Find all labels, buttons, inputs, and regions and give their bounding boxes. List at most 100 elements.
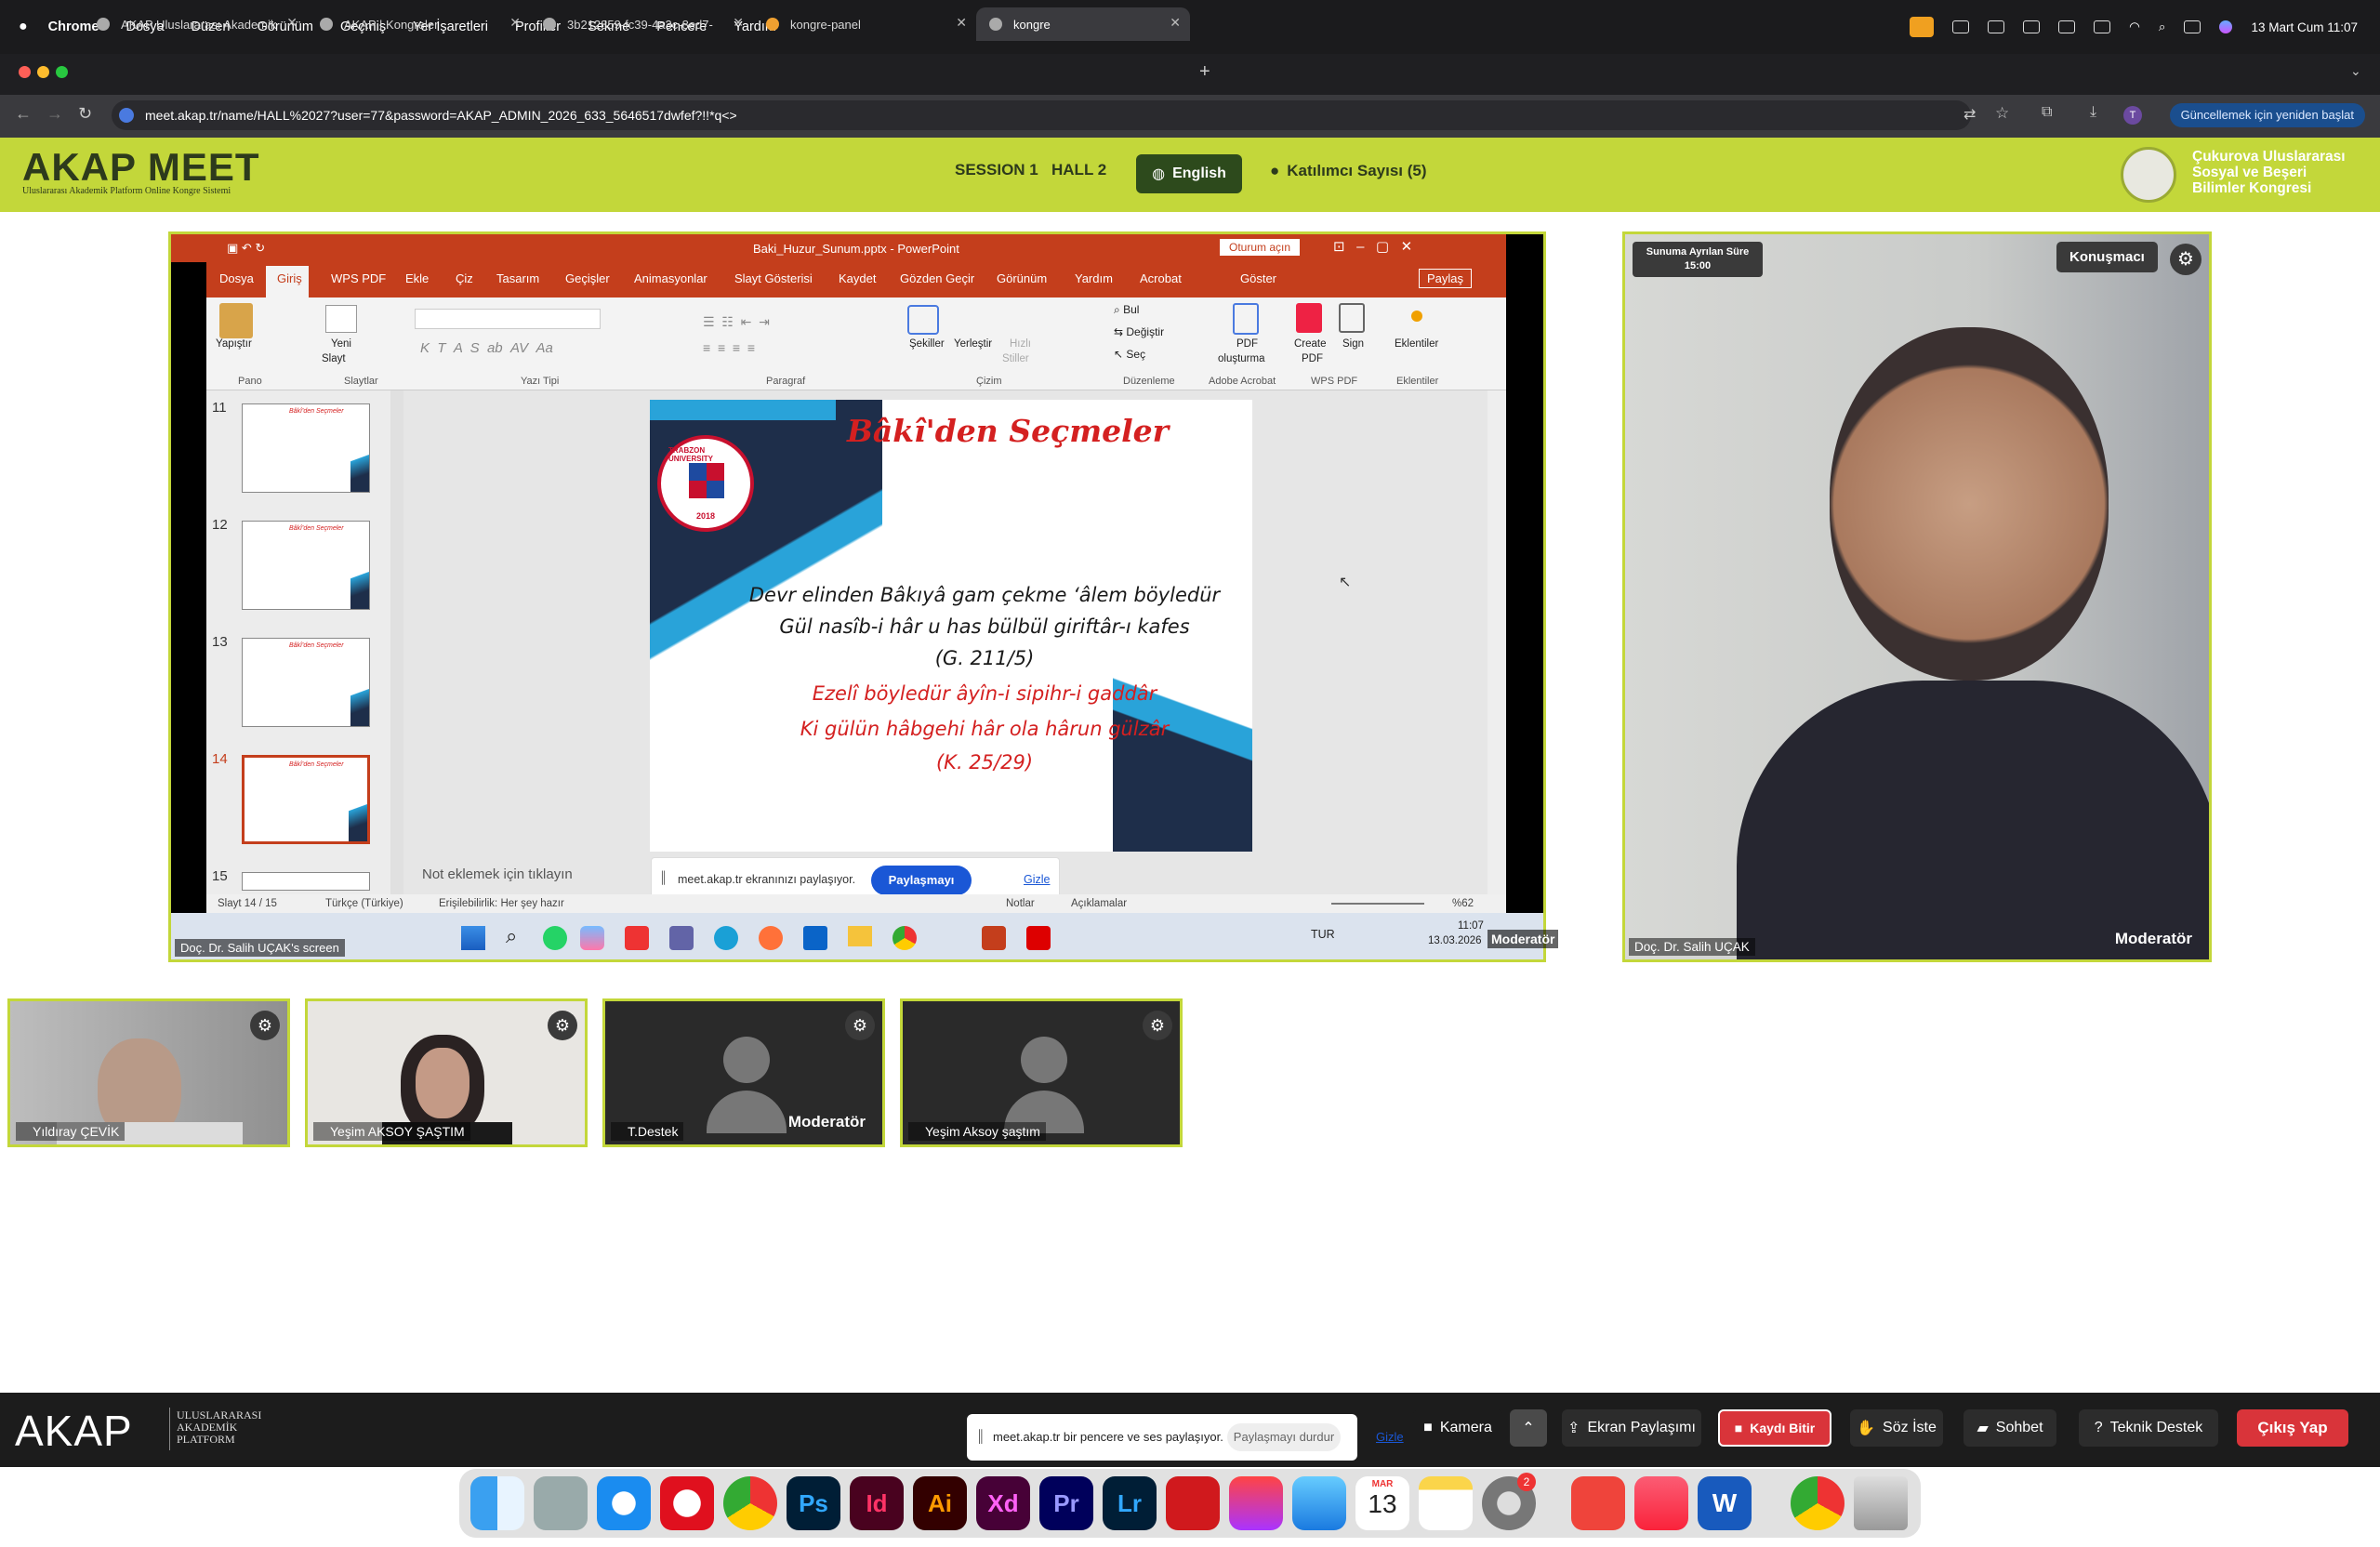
address-bar[interactable]: meet.akap.tr/name/HALL%2027?user=77&pass… (112, 100, 1971, 130)
tab-uuid[interactable]: 3b212859-fc39-4a3c-8ed7- ✕ (530, 7, 753, 41)
gear-icon[interactable]: ⚙ (1143, 1011, 1172, 1040)
play-icon[interactable] (2058, 20, 2076, 33)
font-format-buttons[interactable]: K T A S ab AV Aa (420, 340, 553, 356)
ribbon-tab[interactable]: WPS PDF (331, 271, 386, 285)
ribbon-tab[interactable]: Animasyonlar (634, 271, 707, 285)
calendar-icon[interactable]: MAR 13 (1355, 1476, 1409, 1530)
reload-icon[interactable]: ↻ (78, 104, 92, 124)
creative-cloud-icon[interactable] (1229, 1476, 1283, 1530)
sign-icon[interactable] (1339, 303, 1365, 333)
save-icon[interactable]: ▣ ↶ ↻ (227, 241, 265, 256)
participant-tile[interactable]: ⚙ Yeşim AKSOY ŞAŞTIM (305, 998, 588, 1147)
close-icon[interactable]: ✕ (286, 15, 298, 31)
tab-kongre-panel[interactable]: kongre-panel ✕ (753, 7, 976, 41)
close-icon[interactable]: ✕ (509, 15, 521, 31)
addins-label[interactable]: Eklentiler (1395, 338, 1438, 350)
download-icon[interactable]: ⤓ (2090, 104, 2096, 121)
ribbon-tab[interactable]: Ekle (405, 271, 429, 285)
slide-thumbnail[interactable]: Bâkî'den Seçmeler (242, 521, 370, 610)
ribbon-tab[interactable]: Göster (1240, 271, 1276, 285)
close-icon[interactable]: ✕ (956, 15, 967, 31)
exit-button[interactable]: Çıkış Yap (2237, 1409, 2348, 1447)
extensions-icon[interactable]: ⧉ (2042, 104, 2052, 121)
pdf-label[interactable]: PDF (1236, 338, 1258, 350)
ribbon-tab[interactable]: Gözden Geçir (900, 271, 974, 285)
thumb-scrollbar[interactable] (390, 390, 403, 894)
stop-window-share-button[interactable]: Paylaşmayı durdur (1227, 1423, 1341, 1451)
site-info-icon[interactable] (119, 108, 134, 123)
stop-sharing-button[interactable]: Paylaşmayı durdur (871, 866, 972, 917)
shapes-icon[interactable] (907, 305, 939, 335)
back-icon[interactable]: ← (15, 104, 32, 124)
cloud-icon[interactable] (2023, 20, 2041, 33)
status-icon[interactable] (1952, 20, 1970, 33)
search-icon[interactable]: ⌕ (2159, 20, 2166, 34)
illustrator-icon[interactable]: Ai (913, 1476, 967, 1530)
profile-avatar[interactable]: T (2123, 106, 2142, 125)
speaker-video-tile[interactable]: Sunuma Ayrılan Süre 15:00 Konuşmacı ⚙ Do… (1622, 231, 2212, 962)
new-slide-icon[interactable] (325, 305, 357, 333)
editor-scrollbar[interactable] (1488, 390, 1506, 894)
slide-thumbnail[interactable] (242, 872, 370, 891)
camera-button[interactable]: ■ Kamera (1413, 1409, 1502, 1447)
finder-icon[interactable] (470, 1476, 524, 1530)
ribbon-tab[interactable]: Dosya (219, 271, 254, 285)
current-slide[interactable]: TRABZON UNIVERSITY 2018 Bâkî'den Seçmele… (650, 400, 1252, 852)
premiere-icon[interactable]: Pr (1039, 1476, 1093, 1530)
participant-tile[interactable]: ⚙ Yeşim Aksoy şaştım (900, 998, 1183, 1147)
arrange-label[interactable]: Yerleştir (954, 338, 992, 350)
slide-thumbnail[interactable]: Bâkî'den Seçmeler (242, 403, 370, 493)
create-pdf-label[interactable]: PDF (1302, 353, 1323, 364)
gear-icon[interactable]: ⚙ (548, 1011, 577, 1040)
find-button[interactable]: ⌕ Bul (1114, 303, 1139, 317)
opera-icon[interactable] (660, 1476, 714, 1530)
xd-icon[interactable]: Xd (976, 1476, 1030, 1530)
language-button[interactable]: ◍ English (1136, 154, 1242, 193)
close-window-button[interactable] (19, 66, 31, 78)
ribbon-tab[interactable]: Slayt Gösterisi (734, 271, 813, 285)
sign-label[interactable]: Sign (1342, 338, 1364, 350)
hide-window-notice-link[interactable]: Gizle (1376, 1430, 1404, 1444)
replace-button[interactable]: ⇆ Değiştir (1114, 325, 1164, 338)
create-pdf-label[interactable]: Create (1294, 338, 1327, 350)
notes-toggle[interactable]: Notlar (1006, 898, 1035, 909)
forward-icon[interactable]: → (46, 104, 63, 124)
bookmark-star-icon[interactable]: ☆ (1995, 104, 2009, 123)
pdf-create-icon[interactable] (1233, 303, 1259, 335)
ribbon-tab[interactable]: Acrobat (1140, 271, 1182, 285)
camera-options-button[interactable]: ⌃ (1510, 1409, 1547, 1447)
control-center-icon[interactable] (2184, 20, 2202, 33)
lightroom-icon[interactable]: Lr (1103, 1476, 1157, 1530)
chrome-icon[interactable] (723, 1476, 777, 1530)
signin-button[interactable]: Oturum açın (1220, 239, 1301, 256)
participant-tile[interactable]: ⚙ Yıldıray ÇEVİK (7, 998, 290, 1147)
indesign-icon[interactable]: Id (850, 1476, 904, 1530)
new-slide-label[interactable]: Yeni (331, 338, 351, 350)
menubar-clock[interactable]: 13 Mart Cum 11:07 (2251, 20, 2358, 34)
maximize-window-button[interactable] (56, 66, 68, 78)
tab-akap-uluslararasi[interactable]: AKAP Uluslararası Akademik ✕ (84, 7, 307, 41)
launchpad-icon[interactable] (534, 1476, 588, 1530)
addins-icon[interactable] (1411, 311, 1422, 322)
create-pdf-icon[interactable] (1296, 303, 1322, 333)
ribbon-tab[interactable]: Çiz (456, 271, 473, 285)
wifi-icon[interactable]: ◠ (2129, 20, 2140, 34)
zoom-level[interactable]: %62 (1452, 898, 1474, 909)
new-tab-button[interactable]: + (1199, 61, 1210, 83)
music-icon[interactable] (1634, 1476, 1688, 1530)
trash-icon[interactable] (1854, 1476, 1908, 1530)
safari-icon[interactable] (597, 1476, 651, 1530)
share-button[interactable]: Paylaş (1419, 269, 1473, 288)
font-name-field[interactable] (415, 309, 601, 329)
support-button[interactable]: ? Teknik Destek (2079, 1409, 2218, 1447)
paste-label[interactable]: Yapıştır (216, 338, 252, 350)
restart-to-update-button[interactable]: Güncellemek için yeniden başlat (2169, 103, 2365, 127)
ribbon-tab[interactable]: Geçişler (565, 271, 610, 285)
mic-indicator-icon[interactable] (1910, 17, 1935, 37)
slide-thumbnail[interactable]: Bâkî'den Seçmeler (242, 638, 370, 727)
word-icon[interactable]: W (1698, 1476, 1752, 1530)
apple-icon[interactable]: ● (19, 19, 28, 35)
gear-icon[interactable]: ⚙ (250, 1011, 280, 1040)
close-icon[interactable]: ✕ (733, 15, 744, 31)
select-button[interactable]: ↖ Seç (1114, 348, 1145, 361)
